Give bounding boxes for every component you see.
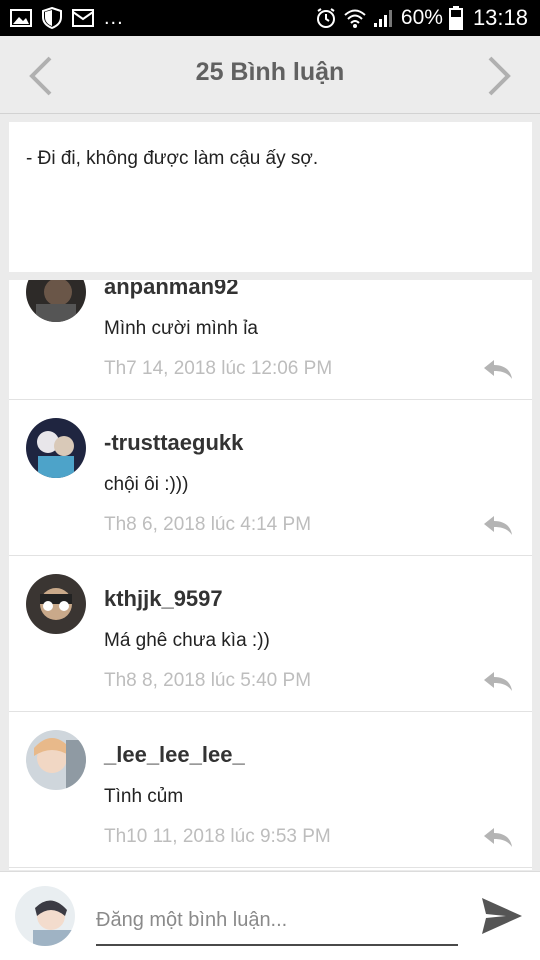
mail-icon — [72, 9, 94, 27]
more-notifications-indicator: ... — [104, 6, 124, 29]
my-avatar — [15, 886, 75, 946]
page-title: 25 Bình luận — [195, 58, 345, 86]
header-bar: 25 Bình luận — [0, 36, 540, 114]
battery-percent: 60% — [400, 6, 443, 29]
comment-text: Má ghê chưa kìa :)) — [104, 630, 270, 651]
wifi-icon — [344, 9, 366, 28]
comment-text: chội ôi :))) — [104, 474, 189, 495]
chevron-right-icon[interactable] — [478, 54, 518, 98]
image-icon — [10, 9, 32, 27]
signal-icon — [373, 10, 392, 27]
reply-icon[interactable] — [482, 358, 514, 380]
battery-icon — [448, 6, 463, 30]
comment-input[interactable] — [96, 896, 458, 946]
reply-icon[interactable] — [482, 514, 514, 536]
send-icon[interactable] — [480, 896, 524, 936]
comment-compose-bar — [0, 871, 540, 960]
quoted-paragraph-card: - Đi đi, không được làm cậu ấy sợ. — [9, 122, 532, 272]
avatar[interactable] — [26, 418, 86, 478]
shield-icon — [42, 7, 62, 29]
comment-item: _lee_lee_lee_ Tình củm Th10 11, 2018 lúc… — [9, 712, 532, 868]
comment-timestamp: Th7 14, 2018 lúc 12:06 PM — [104, 358, 333, 379]
comment-timestamp: Th10 11, 2018 lúc 9:53 PM — [104, 826, 331, 847]
quoted-paragraph-text: - Đi đi, không được làm cậu ấy sợ. — [26, 148, 319, 169]
alarm-icon — [316, 8, 335, 28]
comment-username[interactable]: anpanman92 — [104, 280, 239, 300]
reply-icon[interactable] — [482, 670, 514, 692]
comment-list[interactable]: anpanman92 Mình cười mình ỉa Th7 14, 201… — [9, 280, 532, 870]
comment-item: -trusttaegukk chội ôi :))) Th8 6, 2018 l… — [9, 400, 532, 556]
comment-text: Tình củm — [104, 786, 184, 807]
comment-username[interactable]: kthjjk_9597 — [104, 586, 223, 612]
avatar[interactable] — [26, 574, 86, 634]
comment-text: Mình cười mình ỉa — [104, 318, 259, 339]
comment-timestamp: Th8 8, 2018 lúc 5:40 PM — [104, 670, 312, 691]
comment-username[interactable]: -trusttaegukk — [104, 430, 243, 456]
status-bar: ... 60% 13:18 — [0, 0, 540, 36]
comment-username[interactable]: _lee_lee_lee_ — [104, 742, 245, 768]
status-time: 13:18 — [472, 5, 528, 30]
comment-timestamp: Th8 6, 2018 lúc 4:14 PM — [104, 514, 312, 535]
comment-item: kthjjk_9597 Má ghê chưa kìa :)) Th8 8, 2… — [9, 556, 532, 712]
avatar[interactable] — [26, 730, 86, 790]
avatar[interactable] — [26, 280, 86, 322]
reply-icon[interactable] — [482, 826, 514, 848]
comment-item: anpanman92 Mình cười mình ỉa Th7 14, 201… — [9, 280, 532, 400]
